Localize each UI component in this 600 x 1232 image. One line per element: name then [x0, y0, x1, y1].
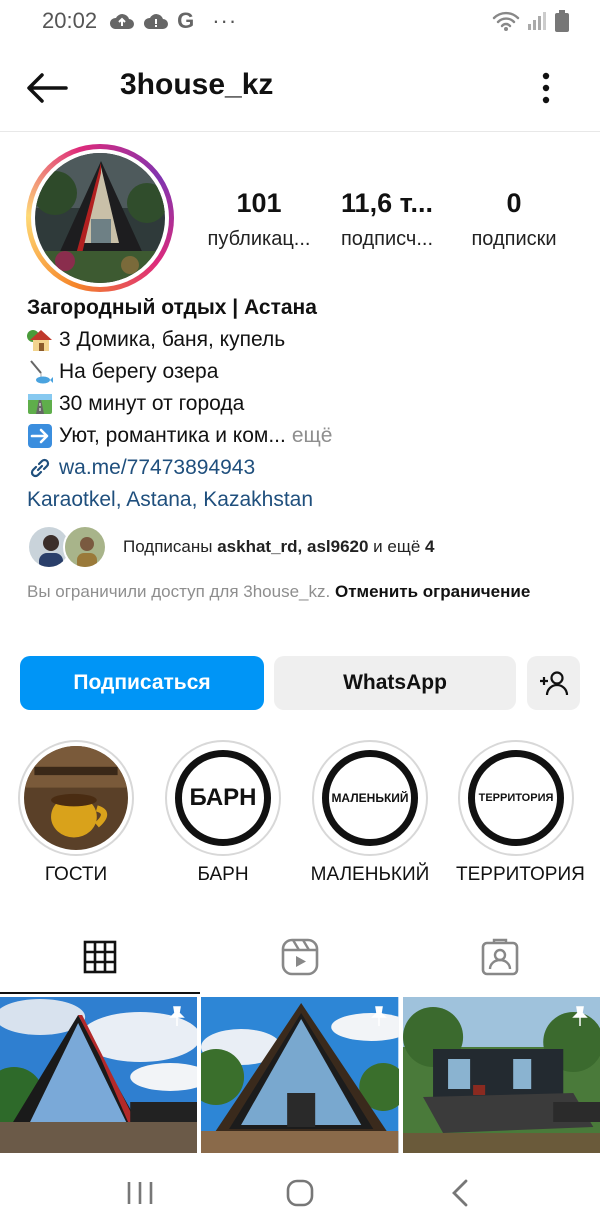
followers-count: 11,6 т...	[341, 188, 433, 218]
followed-by-text: Подписаны askhat_rd, asl9620 и ещё 4	[123, 537, 435, 557]
cloud-alert-icon	[144, 14, 169, 29]
bio-line-4: Уют, романтика и ком...	[59, 424, 286, 447]
bio-line-1: 3 Домика, баня, купель	[59, 328, 286, 351]
follower-avatar	[63, 525, 107, 569]
status-bar: 20:02 G ···	[0, 0, 600, 42]
google-icon: G	[177, 8, 195, 33]
following-count: 0	[506, 188, 522, 218]
whatsapp-button[interactable]: WhatsApp	[274, 656, 516, 710]
pinned-icon	[370, 1006, 387, 1026]
highlight-small[interactable]: МАЛЕНЬКИЙ МАЛЕНЬКИЙ	[310, 740, 430, 886]
highlight-badge-text: БАРН	[189, 783, 257, 811]
wifi-icon	[492, 11, 520, 31]
highlight-label: ТЕРРИТОРИЯ	[456, 864, 585, 885]
link-icon	[30, 458, 50, 478]
home-button[interactable]	[270, 1168, 330, 1218]
profile-tabs	[0, 920, 600, 994]
stat-posts[interactable]: 101 публикац...	[194, 188, 324, 251]
undo-restriction-link[interactable]: Отменить ограничение	[335, 582, 530, 601]
highlight-label: ГОСТИ	[44, 864, 108, 885]
followed-by-prefix: Подписаны	[123, 537, 213, 556]
highlight-territory[interactable]: ТЕРРИТОРИЯ ТЕРРИТОРИЯ	[456, 740, 585, 886]
follow-button[interactable]: Подписаться	[20, 656, 264, 710]
cloud-upload-icon	[110, 14, 135, 29]
bio-location-link[interactable]: Karaotkel, Astana, Kazakhstan	[27, 484, 313, 516]
posts-label: публикац...	[207, 228, 311, 250]
restriction-notice: Вы ограничили доступ для 3house_kz. Отме…	[27, 580, 587, 604]
pinned-icon	[169, 1006, 186, 1026]
avatar-image	[35, 153, 165, 283]
pinned-icon	[572, 1006, 588, 1026]
house-emoji-icon	[27, 330, 52, 351]
profile-header: 3house_kz	[0, 42, 600, 132]
system-nav-bar	[0, 1153, 600, 1232]
profile-avatar[interactable]	[26, 144, 174, 292]
tagged-person-icon	[481, 938, 519, 976]
bio-website-link[interactable]: wa.me/77473894943	[59, 452, 255, 484]
road-emoji-icon	[28, 394, 52, 414]
post-thumbnail[interactable]	[0, 997, 198, 1153]
restriction-text: Вы ограничили доступ для 3house_kz.	[27, 582, 331, 601]
battery-icon	[555, 10, 569, 32]
followers-label: подписч...	[340, 228, 434, 250]
highlight-guests[interactable]: ГОСТИ	[16, 740, 136, 886]
followed-by-count: 4	[425, 537, 435, 556]
system-back-button[interactable]	[430, 1168, 490, 1218]
home-icon	[286, 1179, 314, 1206]
followed-by-names: askhat_rd, asl9620	[217, 537, 369, 556]
posts-grid	[0, 997, 600, 1153]
stat-followers[interactable]: 11,6 т... подписч...	[322, 188, 452, 251]
highlight-label: МАЛЕНЬКИЙ	[310, 864, 430, 885]
following-label: подписки	[471, 228, 557, 250]
followed-by-and-more: и ещё	[373, 537, 421, 556]
recent-apps-icon	[127, 1181, 153, 1204]
bio-line-3: 30 минут от города	[59, 392, 245, 415]
status-time: 20:02	[42, 8, 98, 33]
add-person-icon	[539, 671, 568, 696]
highlight-barn[interactable]: БАРН БАРН	[163, 740, 283, 886]
posts-count: 101	[236, 188, 282, 218]
fishing-emoji-icon	[30, 360, 53, 384]
tab-posts-grid[interactable]	[0, 920, 200, 994]
back-arrow-icon[interactable]	[26, 72, 68, 104]
tab-tagged[interactable]	[400, 920, 600, 994]
profile-display-name: Загородный отдых | Астана	[27, 296, 317, 319]
highlight-badge-text: ТЕРРИТОРИЯ	[478, 791, 554, 804]
grid-icon	[83, 940, 117, 974]
suggested-users-button[interactable]	[527, 656, 580, 710]
post-thumbnail[interactable]	[201, 997, 399, 1153]
bio-more-link[interactable]: ещё	[292, 420, 333, 452]
highlight-label: БАРН	[197, 864, 249, 885]
highlight-badge-text: МАЛЕНЬКИЙ	[331, 790, 409, 805]
more-options-icon[interactable]	[532, 70, 560, 106]
chevron-left-icon	[452, 1179, 468, 1206]
tab-reels[interactable]	[200, 920, 400, 994]
signal-icon	[528, 12, 546, 30]
profile-bio: Загородный отдых | Астана 3 Домика, баня…	[27, 292, 587, 516]
followed-by-row[interactable]: Подписаны askhat_rd, asl9620 и ещё 4	[27, 524, 587, 570]
stat-following[interactable]: 0 подписки	[449, 188, 579, 251]
profile-username: 3house_kz	[120, 68, 274, 101]
bio-line-2: На берегу озера	[59, 360, 219, 383]
highlight-cover-image	[24, 746, 128, 850]
more-notifications-icon: ···	[212, 8, 238, 33]
post-thumbnail[interactable]	[402, 997, 600, 1153]
arrow-right-emoji-icon	[28, 424, 52, 448]
recent-apps-button[interactable]	[110, 1168, 170, 1218]
reels-icon	[281, 938, 319, 976]
